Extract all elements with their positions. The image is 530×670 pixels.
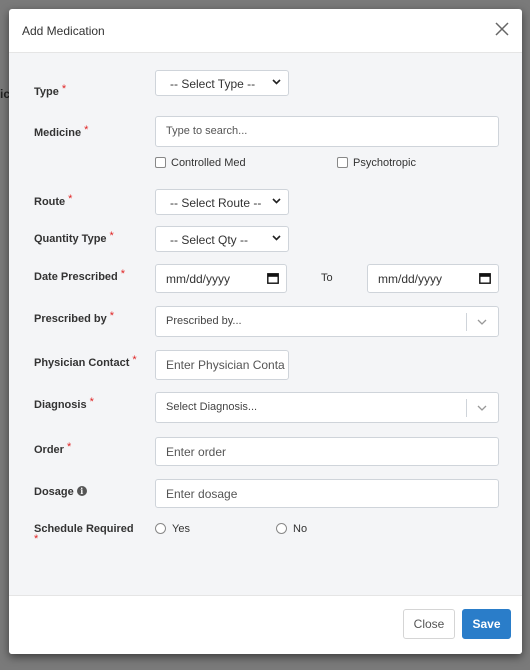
required-marker: *	[120, 268, 126, 280]
dosage-label: Dosage i	[34, 486, 87, 498]
type-label: Type *	[34, 83, 67, 98]
medicine-search-input[interactable]: Type to search...	[155, 116, 499, 147]
date-prescribed-label: Date Prescribed *	[34, 268, 126, 283]
date-from-placeholder: mm/dd/yyyy	[166, 272, 231, 286]
save-button[interactable]: Save	[462, 609, 511, 639]
calendar-icon[interactable]	[267, 272, 279, 284]
close-icon[interactable]	[493, 20, 511, 38]
prescribed-by-placeholder: Prescribed by...	[166, 315, 242, 327]
required-marker: *	[89, 396, 94, 408]
diagnosis-placeholder: Select Diagnosis...	[166, 401, 258, 413]
modal-header: Add Medication	[9, 9, 522, 53]
checkbox-box[interactable]	[155, 156, 166, 168]
required-marker: *	[34, 533, 39, 545]
type-select-value: -- Select Type --	[170, 77, 256, 91]
route-select-value: -- Select Route --	[170, 196, 262, 210]
controlled-med-checkbox[interactable]: Controlled Med	[155, 156, 246, 169]
psychotropic-label: Psychotropic	[353, 157, 416, 169]
schedule-no-radio[interactable]: No	[276, 522, 308, 535]
calendar-icon[interactable]	[479, 272, 491, 284]
schedule-required-label: Schedule Required *	[34, 523, 134, 545]
required-marker: *	[84, 124, 89, 136]
type-select[interactable]: -- Select Type --	[155, 70, 289, 96]
schedule-yes-label: Yes	[172, 523, 190, 535]
chevron-down-icon[interactable]	[477, 319, 487, 325]
quantity-type-select-value: -- Select Qty --	[170, 233, 249, 247]
chevron-down-icon[interactable]	[477, 405, 487, 411]
required-marker: *	[66, 441, 72, 453]
diagnosis-select[interactable]: Select Diagnosis...	[155, 392, 499, 423]
select-separator	[466, 399, 467, 417]
schedule-yes-radio[interactable]: Yes	[155, 522, 190, 535]
medicine-search-placeholder: Type to search...	[166, 125, 248, 137]
prescribed-by-select[interactable]: Prescribed by...	[155, 306, 499, 337]
dosage-placeholder: Enter dosage	[166, 487, 238, 501]
required-marker: *	[109, 230, 114, 242]
medicine-label: Medicine *	[34, 124, 89, 139]
quantity-type-select[interactable]: -- Select Qty --	[155, 226, 289, 252]
chevron-down-icon	[272, 79, 281, 85]
date-range-to-label: To	[321, 272, 333, 284]
physician-contact-placeholder: Enter Physician Conta	[166, 358, 285, 372]
prescribed-by-label: Prescribed by *	[34, 310, 115, 325]
diagnosis-label: Diagnosis *	[34, 396, 94, 411]
chevron-down-icon	[272, 198, 281, 204]
add-medication-modal: Add Medication Type * -- Select Type -- M…	[9, 9, 522, 654]
quantity-type-label: Quantity Type *	[34, 230, 114, 245]
controlled-med-label: Controlled Med	[171, 157, 246, 169]
date-prescribed-to-input[interactable]: mm/dd/yyyy	[367, 264, 499, 293]
physician-contact-input[interactable]: Enter Physician Conta	[155, 350, 289, 380]
select-separator	[466, 313, 467, 331]
modal-title: Add Medication	[22, 24, 105, 38]
date-prescribed-from-input[interactable]: mm/dd/yyyy	[155, 264, 287, 293]
required-marker: *	[68, 193, 73, 205]
psychotropic-checkbox[interactable]: Psychotropic	[337, 156, 416, 169]
schedule-no-label: No	[293, 523, 308, 535]
order-input[interactable]: Enter order	[155, 437, 499, 466]
order-label: Order *	[34, 441, 72, 456]
info-icon[interactable]: i	[76, 486, 87, 496]
dosage-input[interactable]: Enter dosage	[155, 479, 499, 508]
modal-body: Type * -- Select Type -- Medicine * Type t…	[9, 53, 522, 595]
radio-circle[interactable]	[155, 522, 166, 534]
physician-contact-label: Physician Contact *	[34, 354, 137, 369]
radio-circle[interactable]	[276, 522, 287, 534]
route-select[interactable]: -- Select Route --	[155, 189, 289, 215]
checkbox-box[interactable]	[337, 156, 348, 168]
required-marker: *	[132, 354, 137, 366]
required-marker: *	[109, 310, 115, 322]
date-to-placeholder: mm/dd/yyyy	[378, 272, 443, 286]
chevron-down-icon	[272, 235, 281, 241]
order-placeholder: Enter order	[166, 445, 227, 459]
route-label: Route *	[34, 193, 73, 208]
required-marker: *	[61, 83, 67, 95]
close-button[interactable]: Close	[403, 609, 455, 639]
